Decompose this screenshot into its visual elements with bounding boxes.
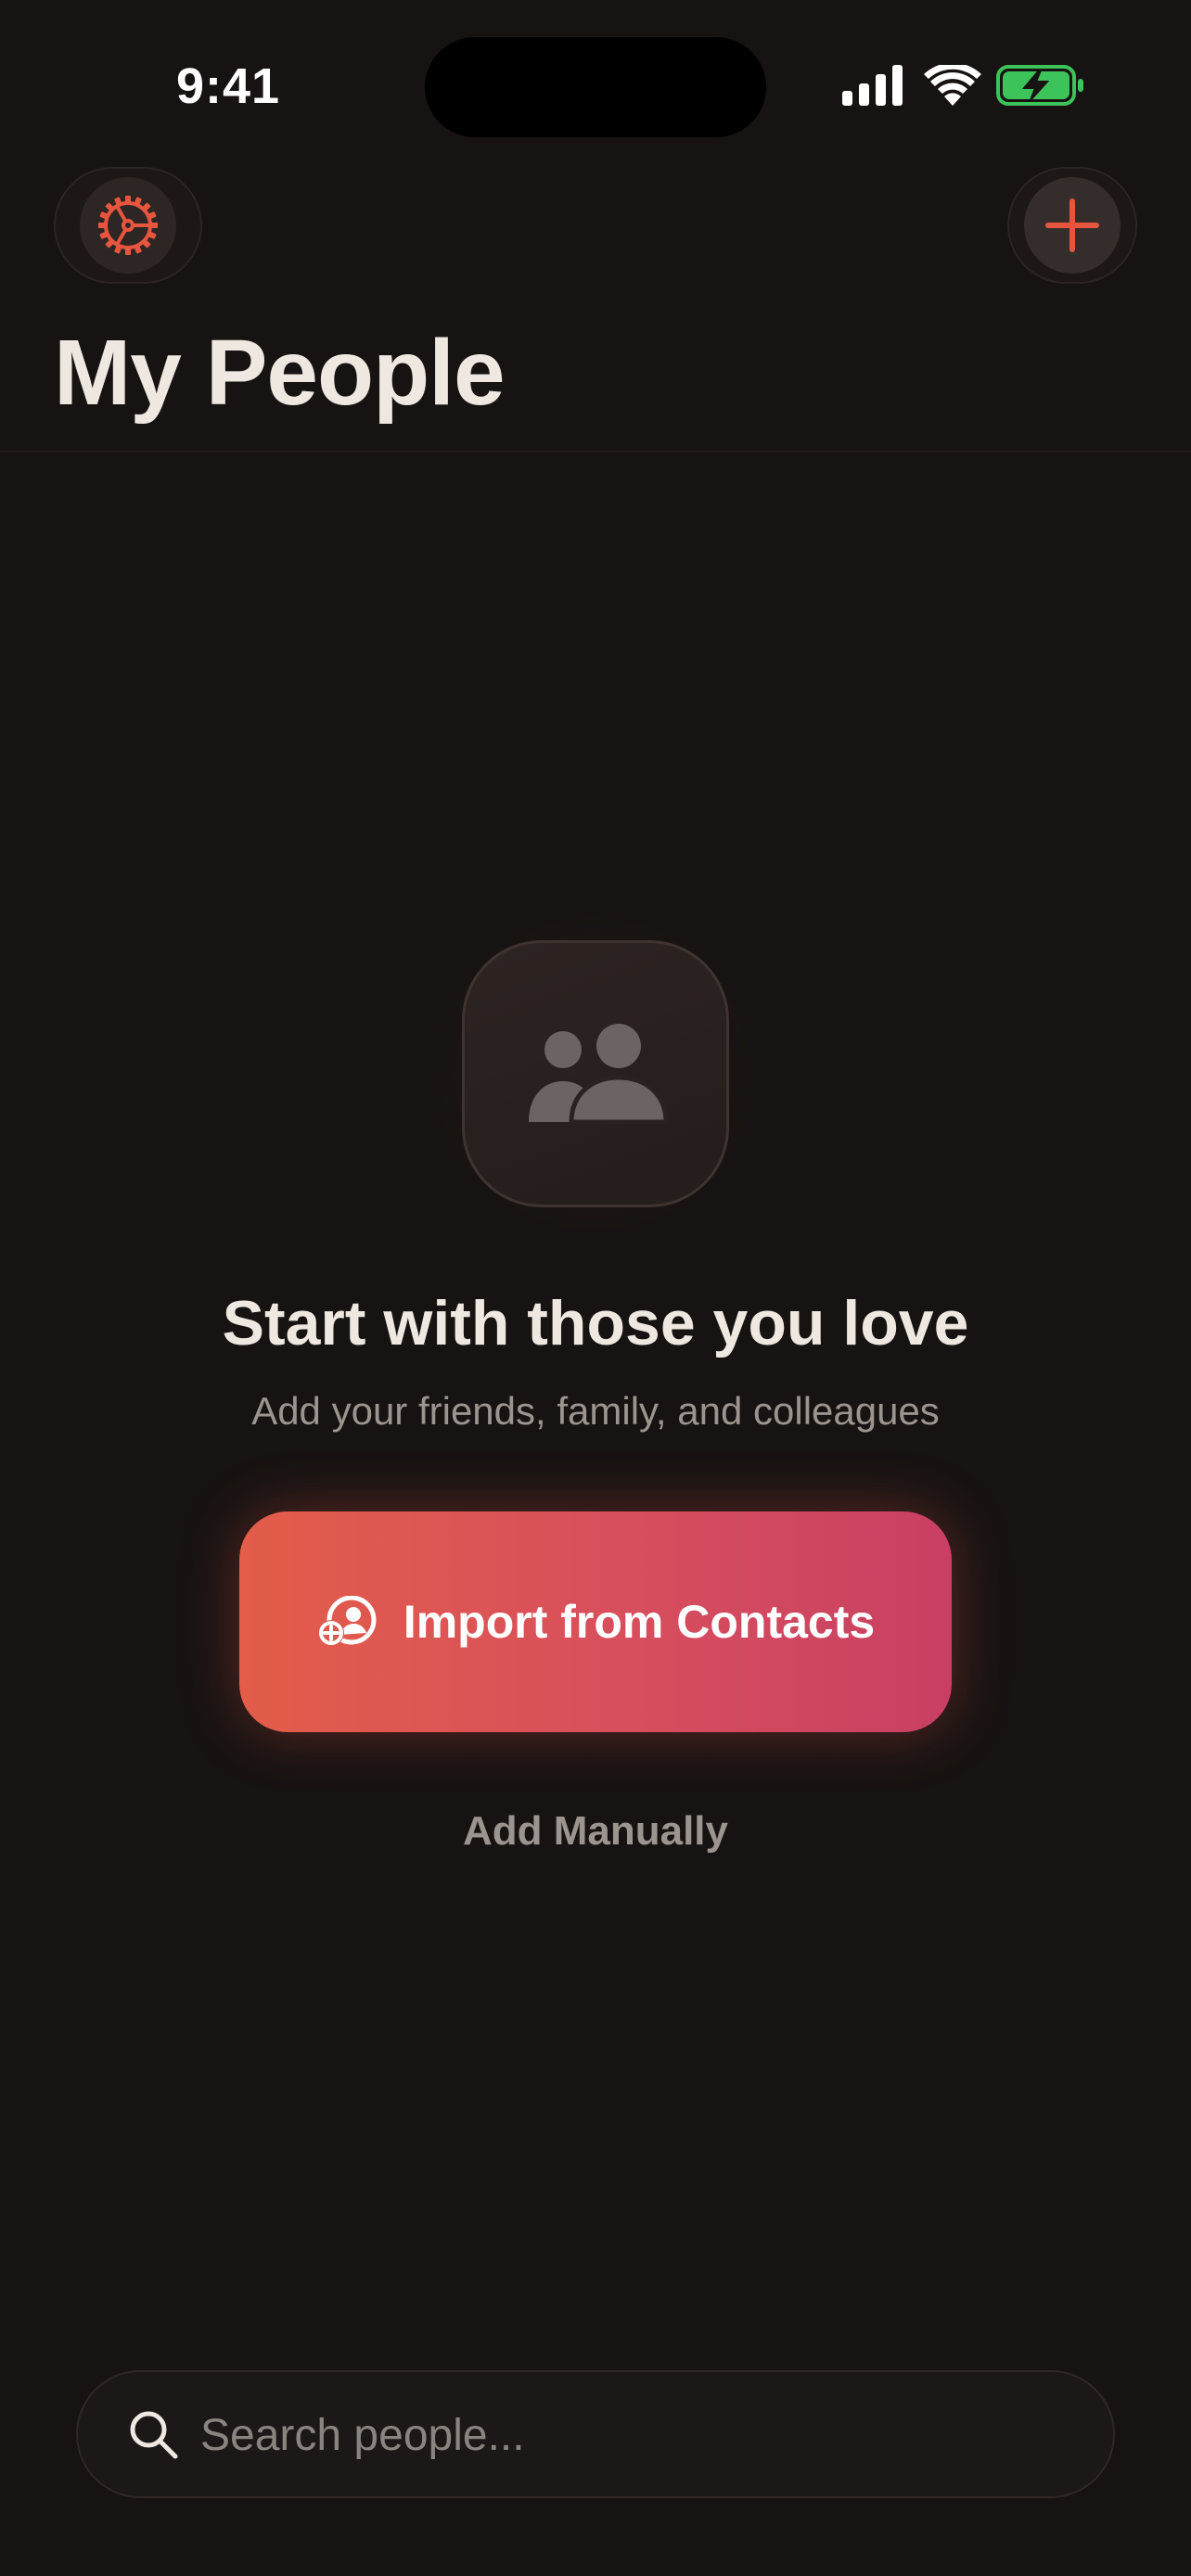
people-icon: [529, 1024, 669, 1125]
search-bar[interactable]: [76, 2370, 1115, 2498]
page-title: My People: [54, 321, 506, 425]
settings-button-inner[interactable]: [80, 177, 176, 274]
add-person-button-inner[interactable]: [1024, 177, 1121, 274]
add-manually-link[interactable]: Add Manually: [0, 1808, 1191, 1855]
search-icon: [128, 2409, 180, 2461]
header-divider: [0, 451, 1191, 453]
import-from-contacts-button[interactable]: Import from Contacts: [239, 1511, 952, 1732]
status-icons: [842, 65, 1083, 111]
empty-state-icon-container: [462, 940, 729, 1207]
add-person-button[interactable]: [1007, 167, 1137, 284]
wifi-icon: [924, 65, 981, 106]
cellular-signal-icon: [842, 65, 903, 106]
battery-charging-icon: [996, 65, 1083, 106]
add-contact-icon: [317, 1596, 377, 1646]
dynamic-island: [425, 37, 766, 137]
import-button-label: Import from Contacts: [403, 1596, 876, 1648]
plus-icon: [1045, 198, 1099, 252]
gear-icon: [98, 196, 158, 255]
empty-state-heading: Start with those you love: [222, 1288, 969, 1358]
settings-button[interactable]: [54, 167, 202, 284]
search-input[interactable]: [200, 2400, 1035, 2470]
empty-state-subtitle: Add your friends, family, and colleagues: [251, 1389, 940, 1433]
status-time: 9:41: [176, 58, 281, 114]
